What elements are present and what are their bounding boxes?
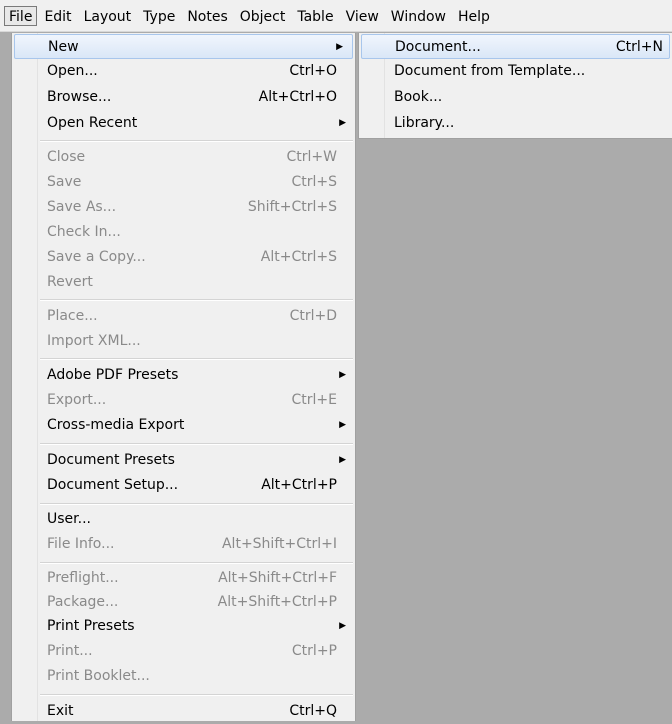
menu-item-import-xml[interactable]: Import XML... [12,329,355,354]
submenu-item-document-from-template[interactable]: Document from Template... [359,59,672,84]
menu-item-save-copy[interactable]: Save a Copy... Alt+Ctrl+S [12,245,355,270]
menu-item-shortcut: Alt+Ctrl+P [261,477,337,493]
menu-item-label: Check In... [47,224,121,240]
menu-item-label: User... [47,511,91,527]
menu-item-check-in[interactable]: Check In... [12,220,355,245]
submenu-arrow-icon: ▶ [339,455,346,465]
menu-item-pdf-presets[interactable]: Adobe PDF Presets ▶ [12,363,355,388]
menu-separator [40,358,353,360]
menu-item-preflight[interactable]: Preflight... Alt+Shift+Ctrl+F [12,566,355,591]
menu-item-label: File Info... [47,536,115,552]
menu-item-label: Save As... [47,199,117,215]
menu-table[interactable]: Table [292,6,338,26]
menu-item-document-setup[interactable]: Document Setup... Alt+Ctrl+P [12,473,355,498]
menu-item-shortcut: Ctrl+S [291,174,337,190]
menu-object[interactable]: Object [235,6,291,26]
menu-item-save[interactable]: Save Ctrl+S [12,170,355,195]
menu-item-user[interactable]: User... [12,507,355,532]
menu-item-shortcut: Ctrl+Q [289,703,337,719]
menu-item-shortcut: Shift+Ctrl+S [247,199,337,215]
menu-layout[interactable]: Layout [79,6,137,26]
menu-separator [40,694,353,696]
submenu-item-library[interactable]: Library... [359,111,672,136]
submenu-arrow-icon: ▶ [339,621,346,631]
menu-item-shortcut: Ctrl+N [615,39,663,55]
menu-item-shortcut: Ctrl+E [291,392,338,408]
submenu-arrow-icon: ▶ [336,42,343,52]
menu-item-save-as[interactable]: Save As... Shift+Ctrl+S [12,195,355,220]
menu-item-label: Print Presets [47,618,135,634]
menu-item-exit[interactable]: Exit Ctrl+Q [12,699,355,724]
menu-item-label: Browse... [47,89,112,105]
menu-item-document-presets[interactable]: Document Presets ▶ [12,448,355,473]
menu-item-shortcut: Alt+Shift+Ctrl+I [221,536,337,552]
menu-item-shortcut: Ctrl+D [289,308,337,324]
menu-item-label: Export... [47,392,107,408]
submenu-arrow-icon: ▶ [339,118,346,128]
menu-item-label: Save [47,174,82,190]
menu-item-print-presets[interactable]: Print Presets ▶ [12,614,355,639]
menu-item-label: Save a Copy... [47,249,146,265]
menu-item-print[interactable]: Print... Ctrl+P [12,639,355,664]
menu-item-shortcut: Alt+Ctrl+S [260,249,337,265]
menu-item-label: Print Booklet... [47,668,150,684]
submenu-item-book[interactable]: Book... [359,85,672,110]
menu-item-revert[interactable]: Revert [12,270,355,295]
menu-item-label: Book... [394,89,443,105]
menu-item-package[interactable]: Package... Alt+Shift+Ctrl+P [12,590,355,615]
menu-file[interactable]: File [4,5,38,26]
menu-separator [40,443,353,445]
menu-item-label: Close [47,149,86,165]
menu-item-label: Open... [47,63,98,79]
menu-item-label: Document from Template... [394,63,586,79]
menu-item-label: Preflight... [47,570,119,586]
menu-item-browse[interactable]: Browse... Alt+Ctrl+O [12,85,355,110]
menu-bar: File Edit Layout Type Notes Object Table… [0,0,672,32]
menu-item-close[interactable]: Close Ctrl+W [12,145,355,170]
menu-item-label: Package... [47,594,119,610]
menu-item-label: Print... [47,643,93,659]
menu-separator [40,503,353,505]
submenu-arrow-icon: ▶ [339,370,346,380]
menu-item-label: Open Recent [47,115,138,131]
file-menu-dropdown: New ▶ Open... Ctrl+O Browse... Alt+Ctrl+… [11,33,356,721]
menu-item-label: Library... [394,115,455,131]
menu-notes[interactable]: Notes [182,6,232,26]
menu-item-shortcut: Alt+Shift+Ctrl+P [217,594,337,610]
menu-window[interactable]: Window [386,6,451,26]
submenu-item-document[interactable]: Document... Ctrl+N [361,34,670,59]
submenu-arrow-icon: ▶ [339,420,346,430]
menu-item-shortcut: Ctrl+P [291,643,337,659]
menu-view[interactable]: View [341,6,384,26]
menu-separator [40,299,353,301]
menu-item-label: Revert [47,274,93,290]
menu-item-label: Place... [47,308,98,324]
menu-item-shortcut: Alt+Shift+Ctrl+F [218,570,337,586]
menu-type[interactable]: Type [138,6,180,26]
menu-item-label: New [48,39,79,55]
menu-separator [40,562,353,564]
menu-item-label: Cross-media Export [47,417,185,433]
menu-item-shortcut: Alt+Ctrl+O [258,89,337,105]
menu-item-open[interactable]: Open... Ctrl+O [12,59,355,84]
menu-item-file-info[interactable]: File Info... Alt+Shift+Ctrl+I [12,532,355,557]
menu-item-open-recent[interactable]: Open Recent ▶ [12,111,355,136]
menu-item-print-booklet[interactable]: Print Booklet... [12,664,355,689]
menu-help[interactable]: Help [453,6,495,26]
menu-item-shortcut: Ctrl+O [289,63,337,79]
menu-item-label: Adobe PDF Presets [47,367,179,383]
new-submenu: Document... Ctrl+N Document from Templat… [358,33,672,139]
menu-edit[interactable]: Edit [39,6,76,26]
menu-item-cross-media-export[interactable]: Cross-media Export ▶ [12,413,355,438]
menu-item-shortcut: Ctrl+W [286,149,337,165]
menu-item-label: Exit [47,703,74,719]
menu-item-label: Document Presets [47,452,175,468]
menu-item-label: Document... [395,39,481,55]
menu-item-label: Document Setup... [47,477,179,493]
menu-item-label: Import XML... [47,333,141,349]
menu-item-export[interactable]: Export... Ctrl+E [12,388,355,413]
menu-separator [40,140,353,142]
menu-item-place[interactable]: Place... Ctrl+D [12,304,355,329]
menu-item-new[interactable]: New ▶ [14,34,353,59]
